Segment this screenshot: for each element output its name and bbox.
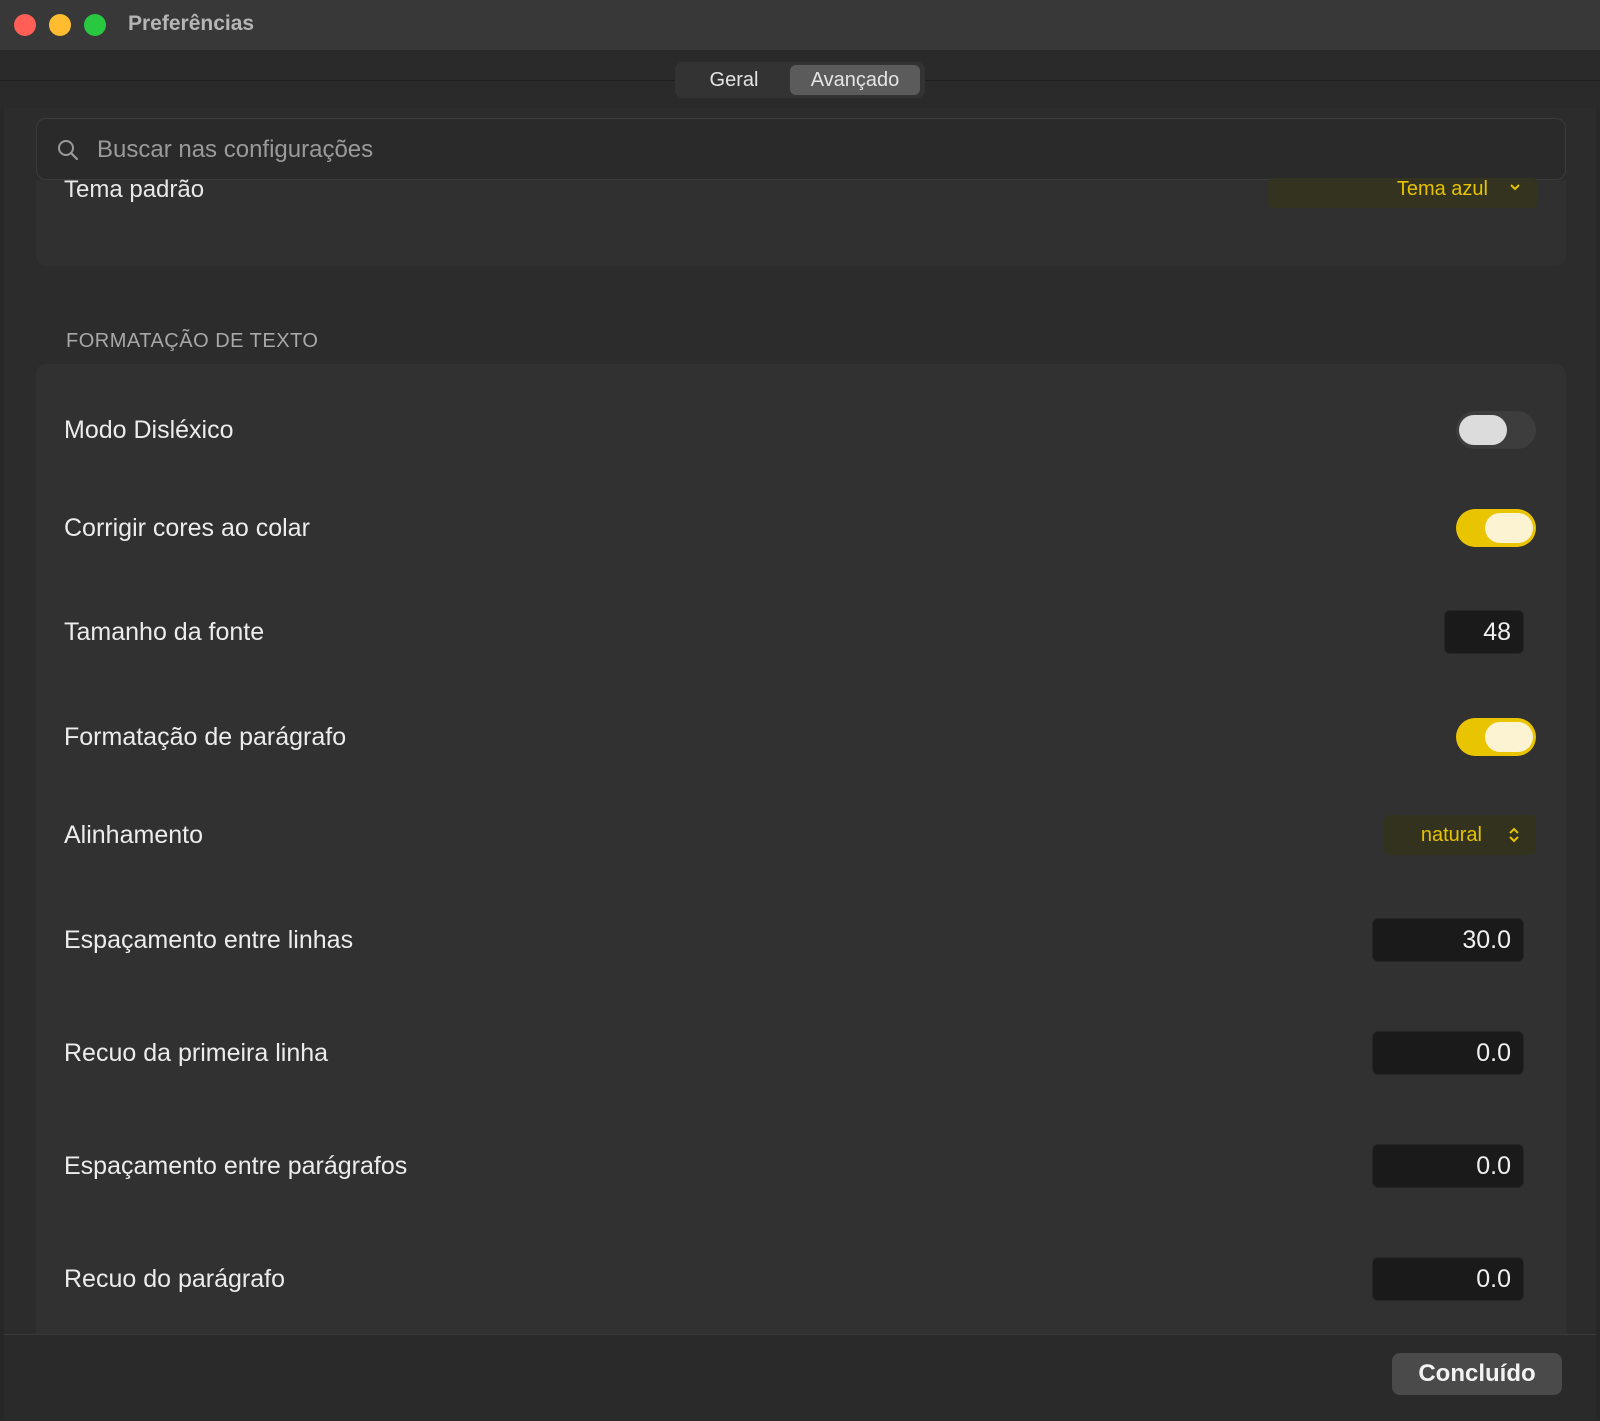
- toggle-knob: [1459, 415, 1507, 445]
- search-icon: [58, 140, 79, 161]
- default-theme-value: Tema azul: [1396, 178, 1488, 200]
- preferences-window: Preferências Geral Avançado Tema padrão …: [0, 0, 1600, 1421]
- row-label: Formatação de parágrafo: [64, 723, 347, 751]
- chevron-down-icon: [1510, 184, 1520, 191]
- tab-geral[interactable]: Geral: [678, 65, 790, 95]
- row-fix-paste-colors: Corrigir cores ao colar: [36, 498, 1566, 558]
- row-label: Espaçamento entre linhas: [64, 926, 354, 954]
- updown-chevron-icon: [1509, 827, 1519, 843]
- settings-content: Tema padrão Tema azul FORMATAÇÃO DE TEXT…: [4, 108, 1596, 1334]
- appearance-group: Tema padrão Tema azul: [36, 176, 1566, 266]
- default-theme-popup[interactable]: Tema azul: [1268, 178, 1538, 208]
- row-font-size: Tamanho da fonte 48: [36, 602, 1566, 662]
- row-label: Alinhamento: [64, 821, 203, 849]
- paragraph-indent-field[interactable]: 0.0: [1372, 1257, 1524, 1301]
- dyslexic-mode-toggle[interactable]: [1456, 411, 1536, 449]
- row-dyslexic-mode: Modo Disléxico: [36, 400, 1566, 460]
- toggle-knob: [1485, 513, 1533, 543]
- search-field[interactable]: [36, 118, 1566, 181]
- fix-paste-colors-toggle[interactable]: [1456, 509, 1536, 547]
- paragraph-formatting-toggle[interactable]: [1456, 718, 1536, 756]
- window-title: Preferências: [128, 12, 255, 35]
- done-button[interactable]: Concluído: [1392, 1353, 1562, 1395]
- toggle-knob: [1485, 722, 1533, 752]
- row-first-line-indent: Recuo da primeira linha 0.0: [36, 1023, 1566, 1083]
- font-size-field[interactable]: 48: [1444, 610, 1524, 654]
- row-label: Espaçamento entre parágrafos: [64, 1152, 408, 1180]
- close-window-button[interactable]: [14, 14, 36, 36]
- first-line-indent-field[interactable]: 0.0: [1372, 1031, 1524, 1075]
- row-label: Tamanho da fonte: [64, 618, 265, 646]
- row-line-spacing: Espaçamento entre linhas 30.0: [36, 910, 1566, 970]
- zoom-window-button[interactable]: [84, 14, 106, 36]
- row-alignment: Alinhamento natural: [36, 805, 1566, 865]
- row-label: Recuo da primeira linha: [64, 1039, 329, 1067]
- text-formatting-group: Modo Disléxico Corrigir cores ao colar T…: [36, 364, 1566, 1334]
- line-spacing-field[interactable]: 30.0: [1372, 918, 1524, 962]
- row-paragraph-spacing: Espaçamento entre parágrafos 0.0: [36, 1136, 1566, 1196]
- title-bar: Preferências: [0, 0, 1600, 51]
- bottom-bar: Concluído: [4, 1334, 1596, 1421]
- row-label: Modo Disléxico: [64, 416, 234, 444]
- alignment-value: natural: [1420, 824, 1482, 846]
- row-label: Recuo do parágrafo: [64, 1265, 285, 1293]
- section-header: FORMATAÇÃO DE TEXTO: [66, 330, 319, 352]
- row-paragraph-indent: Recuo do parágrafo 0.0: [36, 1249, 1566, 1309]
- tab-segmented-control: Geral Avançado: [675, 62, 925, 98]
- default-theme-label: Tema padrão: [64, 176, 205, 203]
- paragraph-spacing-field[interactable]: 0.0: [1372, 1144, 1524, 1188]
- minimize-window-button[interactable]: [49, 14, 71, 36]
- row-label: Corrigir cores ao colar: [64, 514, 310, 542]
- alignment-popup[interactable]: natural: [1384, 815, 1536, 855]
- row-paragraph-formatting: Formatação de parágrafo: [36, 707, 1566, 767]
- tab-avancado[interactable]: Avançado: [790, 65, 920, 95]
- search-input[interactable]: [95, 119, 1539, 181]
